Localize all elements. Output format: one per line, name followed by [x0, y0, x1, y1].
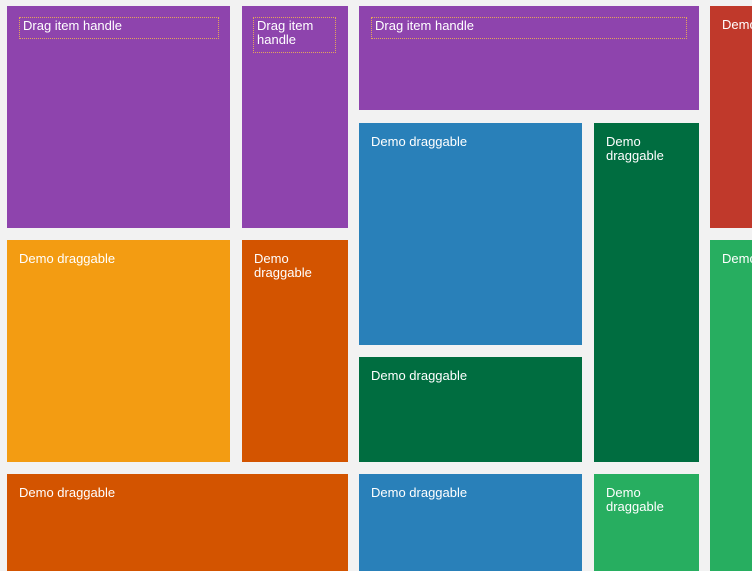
- draggable-tile[interactable]: Demo draggable: [594, 474, 699, 571]
- draggable-tile[interactable]: Demo draggable: [242, 240, 348, 462]
- drag-handle[interactable]: Drag item handle: [19, 17, 219, 39]
- draggable-grid: Drag item handle Drag item handle Drag i…: [0, 0, 752, 571]
- draggable-tile[interactable]: Demo draggable: [359, 474, 582, 571]
- tile-label: Demo draggable: [606, 485, 664, 514]
- drag-handle-label: Drag item handle: [257, 18, 314, 47]
- tile-label: Demo draggable: [371, 134, 468, 149]
- draggable-tile[interactable]: Demo draggable: [7, 474, 348, 571]
- drag-handle-label: Drag item handle: [23, 18, 122, 33]
- tile-label: Demo draggable: [371, 485, 468, 500]
- tile-label: Demo draggable: [19, 251, 116, 266]
- tile-label: Demo draggable: [371, 368, 468, 383]
- draggable-tile[interactable]: Drag item handle: [359, 6, 699, 110]
- draggable-tile[interactable]: Drag item handle: [242, 6, 348, 228]
- draggable-tile[interactable]: Demo: [710, 6, 752, 228]
- draggable-tile[interactable]: Drag item handle: [7, 6, 230, 228]
- tile-label: Demo: [722, 17, 752, 32]
- draggable-tile[interactable]: Demo: [710, 240, 752, 571]
- drag-handle[interactable]: Drag item handle: [371, 17, 687, 39]
- tile-label: Demo draggable: [19, 485, 116, 500]
- tile-label: Demo draggable: [254, 251, 312, 280]
- drag-handle-label: Drag item handle: [375, 18, 474, 33]
- tile-label: Demo: [722, 251, 752, 266]
- draggable-tile[interactable]: Demo draggable: [359, 123, 582, 345]
- draggable-tile[interactable]: Demo draggable: [7, 240, 230, 462]
- draggable-tile[interactable]: Demo draggable: [594, 123, 699, 462]
- draggable-tile[interactable]: Demo draggable: [359, 357, 582, 462]
- tile-label: Demo draggable: [606, 134, 664, 163]
- drag-handle[interactable]: Drag item handle: [253, 17, 336, 53]
